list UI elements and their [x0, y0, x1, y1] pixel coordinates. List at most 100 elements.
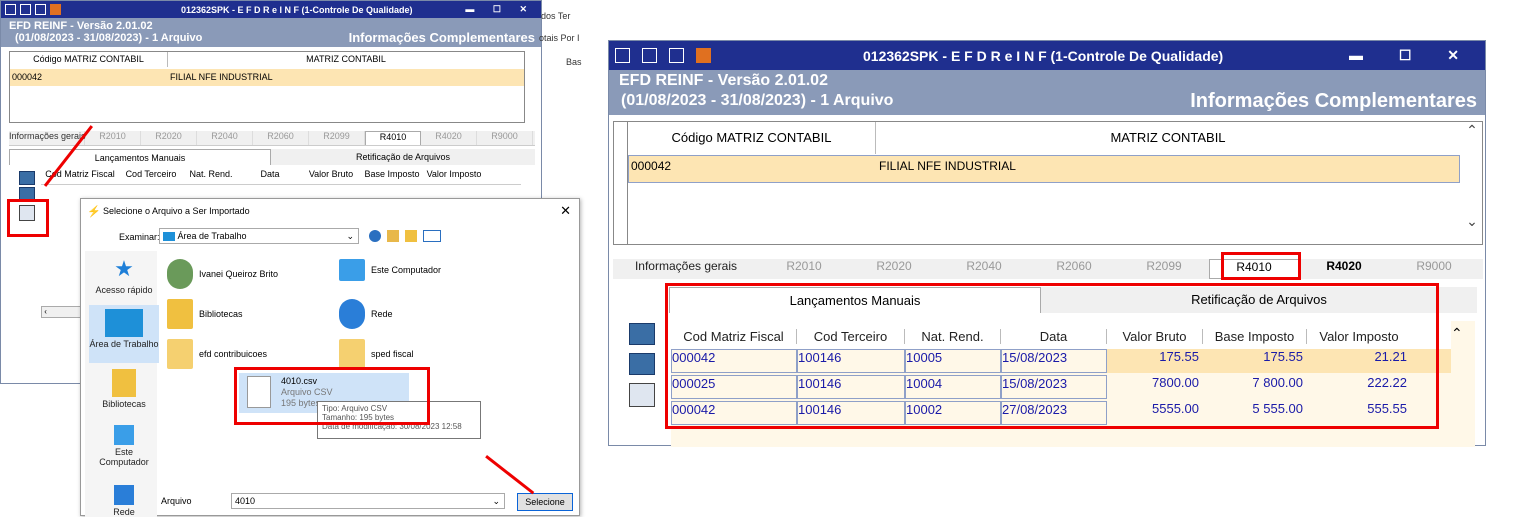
tab-r2040[interactable]: R2040 [939, 259, 1029, 279]
matriz-grid[interactable]: Código MATRIZ CONTABIL MATRIZ CONTABIL 0… [9, 51, 525, 123]
tab-r2040[interactable]: R2040 [197, 131, 253, 145]
col-cod-terceiro[interactable]: Cod Terceiro [119, 169, 183, 184]
behind-label-2: otais Por I [539, 33, 580, 43]
col-valor-bruto[interactable]: Valor Bruto [301, 169, 361, 184]
h-scrollbar[interactable]: ‹ [41, 306, 83, 318]
right-title-bar: 012362SPK - E F D R e I N F (1-Controle … [609, 41, 1485, 70]
list-item[interactable]: Rede [339, 299, 393, 329]
subtab-manual[interactable]: Lançamentos Manuais [9, 149, 271, 165]
wrench-icon[interactable] [669, 48, 684, 63]
nav-quick-access[interactable]: ★ Acesso rápido [89, 255, 159, 295]
tab-r2060[interactable]: R2060 [253, 131, 309, 145]
col-header-name[interactable]: MATRIZ CONTABIL [168, 52, 524, 67]
traffic-light-icon[interactable] [642, 48, 657, 63]
import-file-icon[interactable] [629, 383, 655, 407]
window-controls[interactable]: ▬ ☐ ✕ [1349, 47, 1475, 64]
col-base-imposto[interactable]: Base Imposto [361, 169, 423, 184]
list-item[interactable]: Bibliotecas [167, 299, 243, 329]
nav-network[interactable]: Rede [89, 485, 159, 517]
col-header-code[interactable]: Código MATRIZ CONTABIL [10, 52, 168, 67]
left-entries-header: Cod Matriz Fiscal Cod Terceiro Nat. Rend… [41, 169, 521, 185]
app-icon [5, 4, 16, 15]
v-scrollbar[interactable]: ⌃ ⌄ [1462, 122, 1482, 244]
right-tabs: Informações gerais R2010 R2020 R2040 R20… [613, 259, 1483, 279]
tab-r4010[interactable]: R4010 [365, 131, 421, 145]
period: (01/08/2023 - 31/08/2023) - 1 Arquivo [621, 92, 894, 109]
section-title: Informações Complementares [348, 30, 535, 45]
tab-info[interactable]: Informações gerais [9, 131, 86, 145]
select-button[interactable]: Selecione [517, 493, 573, 511]
app-version: EFD REINF - Versão 2.01.02 [619, 72, 828, 89]
tab-r4020[interactable]: R4020 [1299, 259, 1389, 279]
back-icon[interactable] [369, 230, 381, 242]
col-data[interactable]: Data [239, 169, 301, 184]
nav-libraries[interactable]: Bibliotecas [89, 369, 159, 409]
new-folder-icon[interactable] [405, 230, 417, 242]
computer-icon [114, 425, 134, 445]
tab-r9000[interactable]: R9000 [477, 131, 533, 145]
filename-label: Arquivo [161, 496, 192, 506]
col-header-code[interactable]: Código MATRIZ CONTABIL [628, 122, 876, 154]
file-list[interactable]: Ivanei Queiroz Brito Este Computador Bib… [161, 251, 571, 483]
user-icon [167, 259, 193, 289]
network-icon [114, 485, 134, 505]
tab-r2010[interactable]: R2010 [759, 259, 849, 279]
tab-r2099[interactable]: R2099 [309, 131, 365, 145]
row-name: FILIAL NFE INDUSTRIAL [879, 159, 1016, 173]
upload-icon[interactable] [629, 323, 655, 345]
tab-r2060[interactable]: R2060 [1029, 259, 1119, 279]
table-row[interactable]: 000042 FILIAL NFE INDUSTRIAL [10, 69, 524, 86]
matriz-grid[interactable]: Código MATRIZ CONTABIL MATRIZ CONTABIL 0… [613, 121, 1483, 245]
col-nat-rend[interactable]: Nat. Rend. [183, 169, 239, 184]
table-row[interactable]: 000042 FILIAL NFE INDUSTRIAL [628, 155, 1460, 183]
tab-info[interactable]: Informações gerais [613, 259, 759, 279]
nav-this-pc[interactable]: Este Computador [89, 425, 159, 467]
window-title: 012362SPK - E F D R e I N F (1-Controle … [863, 47, 1224, 64]
left-title-bar: 012362SPK - E F D R e I N F (1-Controle … [1, 1, 541, 18]
upload-icon[interactable] [19, 171, 35, 185]
nav-label: Bibliotecas [102, 399, 146, 409]
folder-icon [339, 339, 365, 369]
look-in-select[interactable]: Área de Trabalho ⌄ [159, 228, 359, 244]
book-icon[interactable] [50, 4, 61, 15]
chevron-down-icon[interactable]: ⌄ [1462, 213, 1482, 230]
tab-r2010[interactable]: R2010 [85, 131, 141, 145]
nav-label: Área de Trabalho [89, 339, 159, 349]
book-icon[interactable] [696, 48, 711, 63]
col-valor-imposto[interactable]: Valor Imposto [423, 169, 485, 184]
traffic-light-icon[interactable] [20, 4, 31, 15]
item-label: sped fiscal [371, 349, 414, 359]
window-controls[interactable]: ▬ ☐ ✕ [465, 4, 535, 15]
grid-icon[interactable] [629, 353, 655, 375]
app-version: EFD REINF - Versão 2.01.02 [9, 20, 153, 32]
tab-r2020[interactable]: R2020 [849, 259, 939, 279]
chevron-up-icon[interactable]: ⌃ [1462, 122, 1482, 139]
row-code: 000042 [631, 159, 672, 173]
wrench-icon[interactable] [35, 4, 46, 15]
chevron-up-icon[interactable]: ⌃ [1451, 325, 1463, 342]
view-menu-icon[interactable] [423, 230, 441, 242]
filename-input[interactable]: 4010 ⌄ [231, 493, 505, 509]
dialog-app-icon: ⚡ [87, 206, 101, 218]
list-item[interactable]: Este Computador [339, 259, 441, 281]
subtab-retificacao[interactable]: Retificação de Arquivos [271, 149, 535, 165]
look-in-label: Examinar: [119, 232, 160, 242]
list-item[interactable]: sped fiscal [339, 339, 414, 369]
tab-r2020[interactable]: R2020 [141, 131, 197, 145]
desktop-icon [163, 232, 175, 242]
col-header-name[interactable]: MATRIZ CONTABIL [876, 122, 1460, 154]
nav-desktop[interactable]: Área de Trabalho [89, 305, 159, 363]
list-item[interactable]: Ivanei Queiroz Brito [167, 259, 278, 289]
look-in-value: Área de Trabalho [177, 231, 247, 241]
tab-r4020[interactable]: R4020 [421, 131, 477, 145]
tab-r9000[interactable]: R9000 [1389, 259, 1479, 279]
up-folder-icon[interactable] [387, 230, 399, 242]
list-item[interactable]: efd contribuicoes [167, 339, 267, 369]
nav-label: Acesso rápido [95, 285, 153, 295]
tab-r2099[interactable]: R2099 [1119, 259, 1209, 279]
right-header: EFD REINF - Versão 2.01.02 (01/08/2023 -… [609, 70, 1485, 115]
row-code: 000042 [12, 72, 43, 82]
window-title: 012362SPK - E F D R e I N F (1-Controle … [181, 4, 413, 15]
close-icon[interactable]: ✕ [560, 203, 571, 219]
item-label: Rede [371, 309, 393, 319]
